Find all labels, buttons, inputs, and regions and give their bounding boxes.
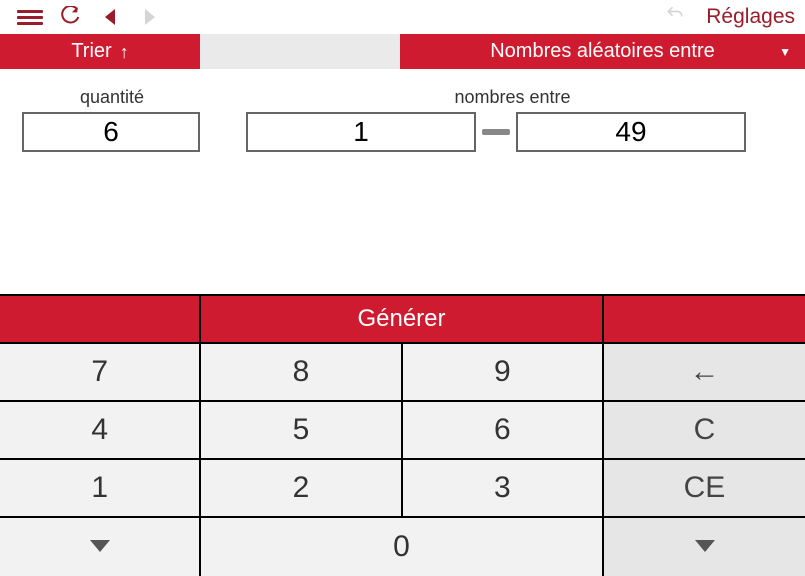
key-7[interactable]: 7	[0, 344, 201, 402]
sort-asc-icon: ↑	[120, 43, 129, 61]
forward-icon	[130, 9, 170, 25]
key-clear-entry[interactable]: CE	[604, 460, 805, 518]
between-label: nombres entre	[242, 87, 783, 108]
settings-button[interactable]: Réglages	[706, 5, 795, 29]
to-input[interactable]: 49	[516, 112, 746, 152]
mode-dropdown[interactable]: Nombres aléatoires entre ▼	[400, 34, 805, 69]
generate-pad-right	[604, 296, 805, 342]
mode-blank	[200, 34, 400, 69]
key-clear[interactable]: C	[604, 402, 805, 460]
range-dash-icon	[476, 123, 516, 141]
key-2[interactable]: 2	[201, 460, 402, 518]
mode-main-label: Nombres aléatoires entre	[490, 40, 715, 63]
mode-bar: Trier ↑ Nombres aléatoires entre ▼	[0, 34, 805, 69]
menu-icon[interactable]	[10, 10, 50, 25]
top-toolbar: Réglages	[0, 0, 805, 34]
backspace-icon: ←	[689, 355, 719, 389]
back-icon[interactable]	[90, 9, 130, 25]
quantity-input[interactable]: 6	[22, 112, 200, 152]
key-8[interactable]: 8	[201, 344, 402, 402]
key-9[interactable]: 9	[403, 344, 604, 402]
from-input[interactable]: 1	[246, 112, 476, 152]
chevron-down-icon: ▼	[779, 45, 791, 59]
generate-pad-left	[0, 296, 201, 342]
params-area: quantité nombres entre 6 1 49	[0, 69, 805, 292]
key-5[interactable]: 5	[201, 402, 402, 460]
reload-icon[interactable]	[50, 6, 90, 28]
quantity-label: quantité	[22, 87, 202, 108]
key-1[interactable]: 1	[0, 460, 201, 518]
key-4[interactable]: 4	[0, 402, 201, 460]
key-0[interactable]: 0	[201, 518, 604, 576]
key-3[interactable]: 3	[403, 460, 604, 518]
undo-icon	[664, 4, 686, 30]
keypad: Générer 7 8 9 ← 4 5 6 C 1 2 3 CE 0	[0, 294, 805, 576]
key-6[interactable]: 6	[403, 402, 604, 460]
key-backspace[interactable]: ←	[604, 344, 805, 402]
key-extra-left[interactable]	[0, 518, 201, 576]
sort-button[interactable]: Trier ↑	[0, 34, 200, 69]
generate-button[interactable]: Générer	[201, 296, 604, 342]
sort-label: Trier	[71, 40, 111, 63]
key-extra-right[interactable]	[604, 518, 805, 576]
